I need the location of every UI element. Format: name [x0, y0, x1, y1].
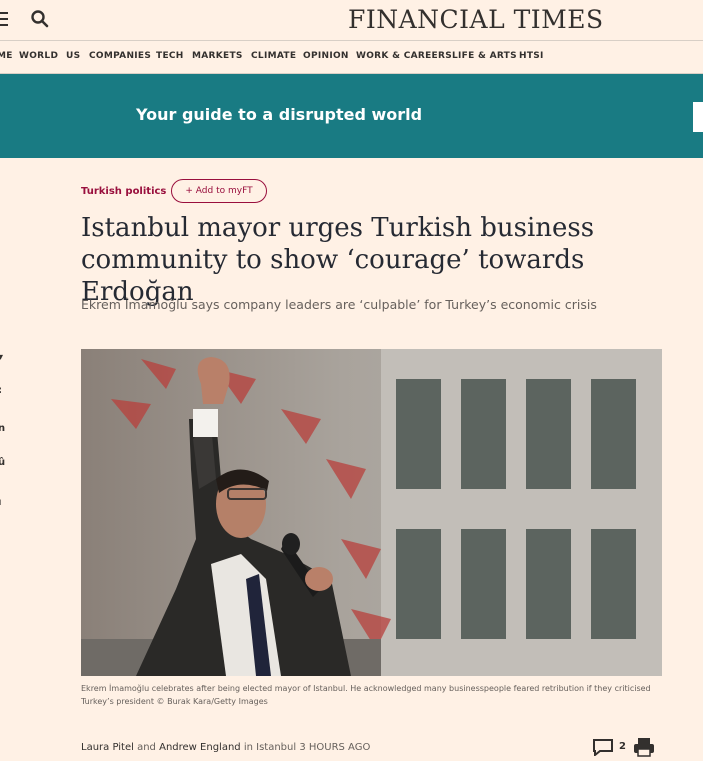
author-link-2[interactable]: Andrew England	[159, 742, 241, 753]
top-bar: FINANCIAL TIMES	[0, 0, 703, 41]
byline: Laura Pitel and Andrew England in Istanb…	[81, 742, 370, 753]
comment-count[interactable]: 2	[619, 741, 626, 752]
image-caption: Ekrem İmamoğlu celebrates after being el…	[81, 684, 651, 706]
gift-article-icon[interactable]: ı	[0, 497, 10, 508]
nav-item-world[interactable]: WORLD	[19, 51, 58, 61]
banner-cta-button[interactable]	[693, 102, 703, 132]
byline-time: 3 HOURS AGO	[299, 742, 371, 753]
nav-item-work-careers[interactable]: WORK & CAREERS	[356, 51, 452, 61]
author-link-1[interactable]: Laura Pitel	[81, 742, 134, 753]
nav-item-opinion[interactable]: OPINION	[303, 51, 349, 61]
add-to-myft-button[interactable]: + Add to myFT	[171, 179, 267, 203]
article-hero-image	[81, 349, 662, 676]
search-icon[interactable]	[30, 8, 50, 30]
topic-link[interactable]: Turkish politics	[81, 186, 166, 197]
nav-item-us[interactable]: US	[66, 51, 80, 61]
banner-text[interactable]: Your guide to a disrupted world	[136, 105, 422, 124]
nav-item-markets[interactable]: MARKETS	[192, 51, 243, 61]
hamburger-icon[interactable]	[0, 12, 10, 28]
linkedin-share-icon[interactable]: n	[0, 423, 10, 434]
nav-item-companies[interactable]: COMPANIES	[89, 51, 151, 61]
promo-banner[interactable]: Your guide to a disrupted world	[0, 74, 703, 158]
masthead-text[interactable]: FINANCIAL TIMES	[348, 5, 604, 34]
nav-item-home[interactable]: ME	[0, 51, 13, 61]
save-icon[interactable]: û	[0, 457, 10, 468]
nav-item-life-arts[interactable]: LIFE & ARTS	[452, 51, 517, 61]
nav-item-tech[interactable]: TECH	[156, 51, 184, 61]
facebook-share-icon[interactable]: :	[0, 385, 10, 396]
twitter-share-icon[interactable]: ▾	[0, 352, 10, 363]
article-headline: Istanbul mayor urges Turkish business co…	[81, 213, 595, 307]
byline-and: and	[137, 742, 156, 753]
byline-location: in Istanbul	[243, 742, 297, 753]
article-standfirst: Ekrem İmamoğlu says company leaders are …	[81, 297, 597, 312]
print-icon[interactable]	[633, 737, 655, 757]
main-nav: ME WORLD US COMPANIES TECH MARKETS CLIMA…	[0, 41, 703, 74]
nav-item-climate[interactable]: CLIMATE	[251, 51, 296, 61]
nav-item-htsi[interactable]: HTSI	[519, 51, 544, 61]
comments-icon[interactable]	[592, 738, 614, 756]
